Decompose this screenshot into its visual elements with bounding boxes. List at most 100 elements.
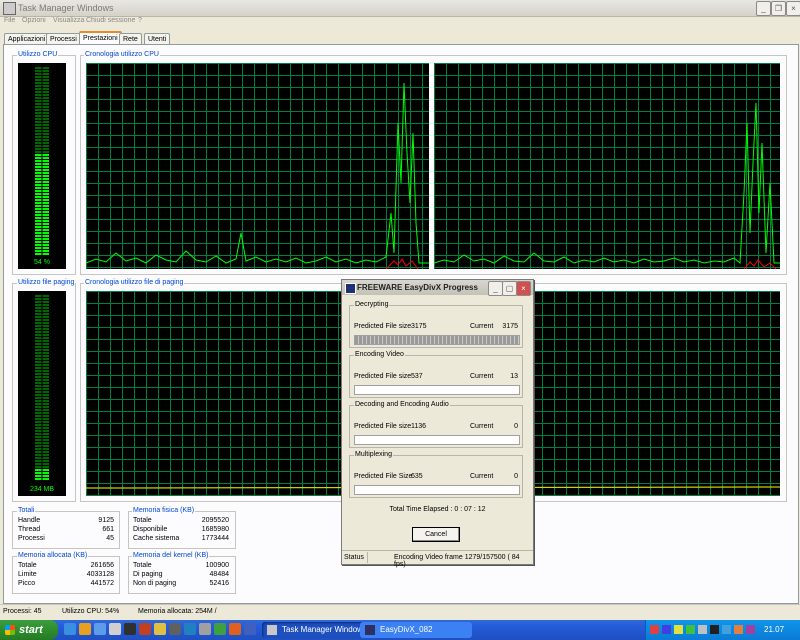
meter-segment [35, 361, 49, 363]
quicklaunch-ie-icon[interactable] [64, 623, 76, 635]
cpu-usage-label: Utilizzo CPU [17, 51, 59, 58]
tray-icon-7[interactable] [722, 625, 731, 634]
meter-segment [35, 355, 49, 357]
meter-segment [35, 373, 49, 375]
dialog-title-bar[interactable]: FREEWARE EasyDivX Progress _ ▢ × [342, 280, 533, 296]
tray-icon-9[interactable] [746, 625, 755, 634]
tray-icon-4[interactable] [686, 625, 695, 634]
meter-segment [35, 133, 49, 135]
start-button[interactable]: start [0, 620, 58, 640]
status-memory: Memoria allocata: 254M / [138, 608, 217, 615]
quicklaunch-desktop-icon[interactable] [94, 623, 106, 635]
pagefile-usage-value: 234 MB [29, 486, 55, 493]
easydivx-app-icon [345, 283, 356, 294]
multiplexing-current-value: 0 [514, 473, 518, 480]
taskbar-easydivx[interactable]: EasyDivX_082 [360, 622, 472, 638]
easydivx-taskbar-icon [365, 625, 375, 635]
meter-segment [35, 436, 49, 438]
meter-segment [35, 325, 49, 327]
audio-section: Decoding and Encoding Audio Predicted Fi… [349, 401, 523, 448]
meter-segment [35, 343, 49, 345]
quicklaunch-mail-icon[interactable] [109, 623, 121, 635]
cpu-history-line-core-1 [86, 82, 429, 264]
tray-icon-5[interactable] [698, 625, 707, 634]
menu-file[interactable]: File [4, 17, 15, 24]
cpu-history-line-core-2 [434, 102, 780, 265]
menu-view[interactable]: Visualizza [53, 17, 84, 24]
tray-icon-2[interactable] [662, 625, 671, 634]
task-manager-taskbar-icon [267, 625, 277, 635]
tray-icon-3[interactable] [674, 625, 683, 634]
pagefile-usage-meter: 234 MB [18, 291, 66, 496]
menu-bar: File Opzioni Visualizza Chiudi sessione … [0, 16, 800, 28]
quicklaunch-firefox-icon[interactable] [79, 623, 91, 635]
meter-segment [35, 223, 49, 225]
physical-memory-title: Memoria fisica (KB) [132, 507, 196, 514]
kernel-history-line-core-1 [385, 258, 419, 269]
quicklaunch-app-icon[interactable] [124, 623, 136, 635]
menu-options[interactable]: Opzioni [22, 17, 46, 24]
meter-segment [35, 232, 49, 234]
quicklaunch-orange-icon[interactable] [229, 623, 241, 635]
quicklaunch-green-icon[interactable] [214, 623, 226, 635]
meter-segment [35, 340, 49, 342]
menu-help[interactable]: ? [138, 17, 142, 24]
stat-row-kernel-nonpaged: Non di paging 52416 [133, 580, 229, 587]
meter-segment [35, 313, 49, 315]
meter-segment [35, 421, 49, 423]
meter-segment [35, 442, 49, 444]
encoding-video-title: Encoding Video [354, 351, 405, 358]
elapsed-time: Total Time Elapsed : 0 : 07 : 12 [389, 506, 486, 513]
meter-segment [35, 478, 49, 480]
tray-icon-1[interactable] [650, 625, 659, 634]
taskbar-task-manager[interactable]: Task Manager Windows [262, 622, 374, 638]
quicklaunch-media-icon[interactable] [139, 623, 151, 635]
meter-segment [35, 97, 49, 99]
meter-segment [35, 226, 49, 228]
quicklaunch-folder-icon[interactable] [154, 623, 166, 635]
multiplexing-section: Multiplexing Predicted File Size 635 Cur… [349, 451, 523, 498]
encoding-video-progress-bar [354, 385, 520, 395]
meter-segment [35, 460, 49, 462]
meter-segment [35, 403, 49, 405]
dialog-minimize-button[interactable]: _ [488, 281, 503, 296]
status-processes: Processi: 45 [3, 608, 42, 615]
decrypting-progress-bar [354, 335, 520, 345]
dialog-status-value: Encoding Video frame 1279/157500 ( 84 fp… [394, 554, 520, 568]
meter-segment [35, 388, 49, 390]
window-title-bar[interactable]: Task Manager Windows _ ❐ × [0, 0, 800, 17]
minimize-button[interactable]: _ [756, 1, 771, 16]
quicklaunch-tool-icon[interactable] [169, 623, 181, 635]
tray-icon-6[interactable] [710, 625, 719, 634]
meter-segment [35, 163, 49, 165]
quicklaunch-settings-icon[interactable] [199, 623, 211, 635]
maximize-button[interactable]: ❐ [771, 1, 786, 16]
meter-segment [35, 178, 49, 180]
cancel-button[interactable]: Cancel [412, 527, 460, 542]
stat-row-threads: Thread 661 [18, 526, 114, 533]
stat-row-commit-peak: Picco 441572 [18, 580, 114, 587]
status-cpu: Utilizzo CPU: 54% [62, 608, 120, 615]
meter-segment [35, 157, 49, 159]
meter-segment [35, 295, 49, 297]
tray-icon-8[interactable] [734, 625, 743, 634]
multiplexing-title: Multiplexing [354, 451, 393, 458]
clock: 21.07 [764, 625, 785, 634]
close-button[interactable]: × [786, 1, 800, 16]
decrypting-section: Decrypting Predicted File size 3175 Curr… [349, 301, 523, 348]
cpu-history-label: Cronologia utilizzo CPU [84, 51, 160, 58]
dialog-maximize-button[interactable]: ▢ [502, 281, 517, 296]
meter-segment [35, 469, 49, 471]
quicklaunch-web-icon[interactable] [184, 623, 196, 635]
quicklaunch-blue-icon[interactable] [244, 623, 256, 635]
meter-segment [35, 394, 49, 396]
pagefile-history-label: Cronologia utilizzo file di paging [84, 279, 185, 286]
window-title: Task Manager Windows [18, 3, 114, 13]
encoding-video-current-value: 13 [510, 373, 518, 380]
audio-progress-bar [354, 435, 520, 445]
multiplexing-predicted-value: 635 [411, 473, 423, 480]
meter-segment [35, 175, 49, 177]
dialog-close-button[interactable]: × [516, 281, 531, 296]
meter-segment [35, 301, 49, 303]
menu-logoff[interactable]: Chiudi sessione [86, 17, 135, 24]
